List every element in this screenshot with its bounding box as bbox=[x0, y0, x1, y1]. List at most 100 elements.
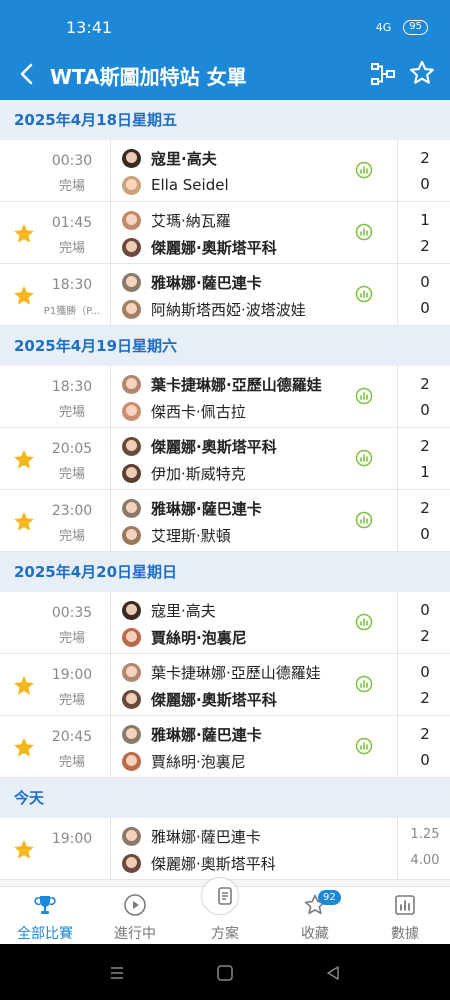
favorite-star-icon[interactable] bbox=[12, 674, 36, 698]
back-nav-icon[interactable] bbox=[324, 964, 342, 982]
status-icons: 4G 95 bbox=[376, 20, 428, 35]
divider bbox=[397, 592, 398, 653]
stats-icon[interactable] bbox=[355, 737, 373, 755]
stats-icon[interactable] bbox=[355, 285, 373, 303]
score-value: 1 bbox=[420, 463, 430, 481]
player-avatar bbox=[122, 724, 141, 744]
score-value: 0 bbox=[420, 751, 430, 769]
player-1: 艾瑪·納瓦羅 bbox=[122, 209, 231, 231]
tab-label: 收藏 bbox=[301, 926, 329, 942]
odds-value: 4.00 bbox=[410, 853, 440, 868]
player-2: 賈絲明·泡裏尼 bbox=[122, 750, 246, 772]
favorite-star-icon[interactable] bbox=[12, 448, 36, 472]
divider bbox=[110, 264, 111, 325]
player-1: 寇里·高夫 bbox=[122, 599, 216, 621]
player-avatar bbox=[122, 853, 141, 873]
divider bbox=[110, 366, 111, 427]
divider bbox=[110, 818, 111, 879]
system-nav-bar bbox=[0, 944, 450, 1000]
favorite-star-icon[interactable] bbox=[12, 736, 36, 760]
match-row[interactable]: 18:30 P1獲勝（P... 雅琳娜·薩巴連卡 阿納斯塔西婭·波塔波娃 0 0 bbox=[0, 264, 450, 326]
divider bbox=[397, 140, 398, 201]
match-row[interactable]: 20:05 完場 傑麗娜·奧斯塔平科 伊加·斯威特克 2 1 bbox=[0, 428, 450, 490]
match-time: 18:30 bbox=[51, 379, 93, 395]
tab-chart[interactable]: 數據 bbox=[360, 887, 450, 945]
stats-icon[interactable] bbox=[355, 613, 373, 631]
score-value: 0 bbox=[420, 601, 430, 619]
score-value: 0 bbox=[420, 299, 430, 317]
bracket-icon[interactable] bbox=[370, 61, 396, 87]
score-value: 0 bbox=[420, 175, 430, 193]
stats-icon[interactable] bbox=[355, 223, 373, 241]
score-value: 2 bbox=[420, 375, 430, 393]
player-2: 賈絲明·泡裏尼 bbox=[122, 626, 247, 648]
divider bbox=[397, 490, 398, 551]
favorite-star-icon[interactable] bbox=[12, 222, 36, 246]
match-status: 完場 bbox=[58, 631, 85, 646]
player-name: 寇里·高夫 bbox=[151, 601, 216, 620]
back-icon[interactable] bbox=[14, 60, 42, 88]
match-time: 19:00 bbox=[51, 831, 93, 847]
player-avatar bbox=[122, 751, 141, 771]
play-icon bbox=[124, 894, 146, 916]
tab-play[interactable]: 進行中 bbox=[90, 887, 180, 945]
match-status: 完場 bbox=[58, 241, 85, 256]
match-status: 完場 bbox=[58, 405, 85, 420]
match-list[interactable]: 2025年4月18日星期五 00:30 完場 寇里·高夫 Ella Seidel 2 0 01… bbox=[0, 100, 450, 886]
favorite-star-icon[interactable] bbox=[12, 510, 36, 534]
date-header: 今天 bbox=[0, 778, 450, 818]
player-avatar bbox=[122, 299, 141, 319]
score-value: 2 bbox=[420, 689, 430, 707]
divider bbox=[397, 716, 398, 777]
stats-icon[interactable] bbox=[355, 511, 373, 529]
divider bbox=[110, 654, 111, 715]
divider bbox=[397, 818, 398, 879]
divider bbox=[110, 202, 111, 263]
favorite-star-icon[interactable] bbox=[408, 59, 436, 87]
tab-star[interactable]: 92 收藏 bbox=[270, 887, 360, 945]
score-value: 2 bbox=[420, 725, 430, 743]
player-2: 伊加·斯威特克 bbox=[122, 462, 246, 484]
recents-icon[interactable] bbox=[108, 964, 126, 982]
stats-icon[interactable] bbox=[355, 161, 373, 179]
player-name: 傑西卡·佩古拉 bbox=[151, 402, 246, 421]
player-2: Ella Seidel bbox=[122, 174, 229, 196]
player-name: 傑麗娜·奧斯塔平科 bbox=[151, 854, 276, 873]
home-icon[interactable] bbox=[216, 964, 234, 982]
favorite-star-icon[interactable] bbox=[12, 838, 36, 862]
divider bbox=[397, 202, 398, 263]
divider bbox=[110, 490, 111, 551]
score-value: 0 bbox=[420, 525, 430, 543]
tab-plan[interactable]: 方案 bbox=[180, 877, 270, 945]
date-header: 2025年4月18日星期五 bbox=[0, 100, 450, 140]
match-row[interactable]: 20:45 完場 雅琳娜·薩巴連卡 賈絲明·泡裏尼 2 0 bbox=[0, 716, 450, 778]
player-name: 雅琳娜·薩巴連卡 bbox=[151, 827, 261, 846]
player-avatar bbox=[122, 374, 141, 394]
divider bbox=[110, 592, 111, 653]
match-row[interactable]: 19:00 雅琳娜·薩巴連卡 傑麗娜·奧斯塔平科 1.25 4.00 bbox=[0, 818, 450, 880]
player-name: 艾理斯·默頓 bbox=[151, 526, 231, 545]
match-row[interactable]: 23:00 完場 雅琳娜·薩巴連卡 艾理斯·默頓 2 0 bbox=[0, 490, 450, 552]
divider bbox=[110, 428, 111, 489]
match-row[interactable]: 18:30 完場 葉卡捷琳娜·亞歷山德羅娃 傑西卡·佩古拉 2 0 bbox=[0, 366, 450, 428]
match-row[interactable]: 01:45 完場 艾瑪·納瓦羅 傑麗娜·奧斯塔平科 1 2 bbox=[0, 202, 450, 264]
match-row[interactable]: 19:00 完場 葉卡捷琳娜·亞歷山德羅娃 傑麗娜·奧斯塔平科 0 2 bbox=[0, 654, 450, 716]
tab-bar: 全部比賽 進行中 方案 92 收藏 數據 bbox=[0, 877, 450, 945]
tab-trophy[interactable]: 全部比賽 bbox=[0, 887, 90, 945]
stats-icon[interactable] bbox=[355, 675, 373, 693]
match-row[interactable]: 00:35 完場 寇里·高夫 賈絲明·泡裏尼 0 2 bbox=[0, 592, 450, 654]
match-time: 20:05 bbox=[51, 441, 93, 457]
chart-icon bbox=[395, 895, 415, 915]
match-time: 00:30 bbox=[51, 153, 93, 169]
player-name: Ella Seidel bbox=[151, 176, 229, 194]
stats-icon[interactable] bbox=[355, 449, 373, 467]
app-bar: WTA斯圖加特站 女單 bbox=[0, 48, 450, 100]
player-name: 雅琳娜·薩巴連卡 bbox=[151, 273, 262, 292]
score-value: 2 bbox=[420, 499, 430, 517]
divider bbox=[397, 264, 398, 325]
favorite-star-icon[interactable] bbox=[12, 284, 36, 308]
stats-icon[interactable] bbox=[355, 387, 373, 405]
match-time: 18:30 bbox=[51, 277, 93, 293]
score-value: 2 bbox=[420, 437, 430, 455]
match-row[interactable]: 00:30 完場 寇里·高夫 Ella Seidel 2 0 bbox=[0, 140, 450, 202]
